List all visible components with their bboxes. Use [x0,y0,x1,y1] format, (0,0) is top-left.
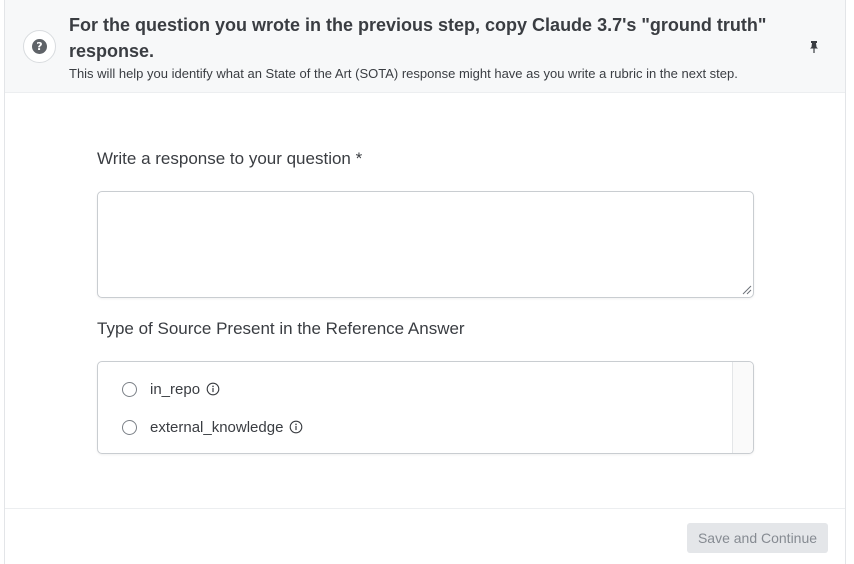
task-card: ? For the question you wrote in the prev… [4,0,846,564]
source-type-label: Type of Source Present in the Reference … [97,319,465,338]
info-icon[interactable] [206,382,220,396]
scrollbar[interactable] [732,362,753,453]
footer-divider [5,508,845,509]
instruction-title: For the question you wrote in the previo… [69,15,767,61]
help-button[interactable]: ? [23,30,56,63]
radio-button[interactable] [122,381,137,397]
radio-option-label: external_knowledge [150,418,284,436]
info-icon[interactable] [289,420,303,434]
source-type-radio-group: in_repo external_knowledge [97,361,754,454]
response-field-label: Write a response to your question * [97,149,363,168]
radio-button[interactable] [122,419,137,435]
question-mark-icon: ? [32,39,47,54]
radio-option-label: in_repo [150,380,201,398]
pin-icon[interactable] [807,40,821,54]
response-textarea[interactable] [97,191,754,298]
resize-handle-icon[interactable] [741,284,752,295]
instruction-subtitle: This will help you identify what an Stat… [69,66,738,81]
save-and-continue-button[interactable]: Save and Continue [687,523,828,553]
radio-option-external-knowledge[interactable]: external_knowledge [122,415,303,439]
radio-option-in-repo[interactable]: in_repo [122,377,220,401]
instruction-header: ? For the question you wrote in the prev… [5,0,845,93]
